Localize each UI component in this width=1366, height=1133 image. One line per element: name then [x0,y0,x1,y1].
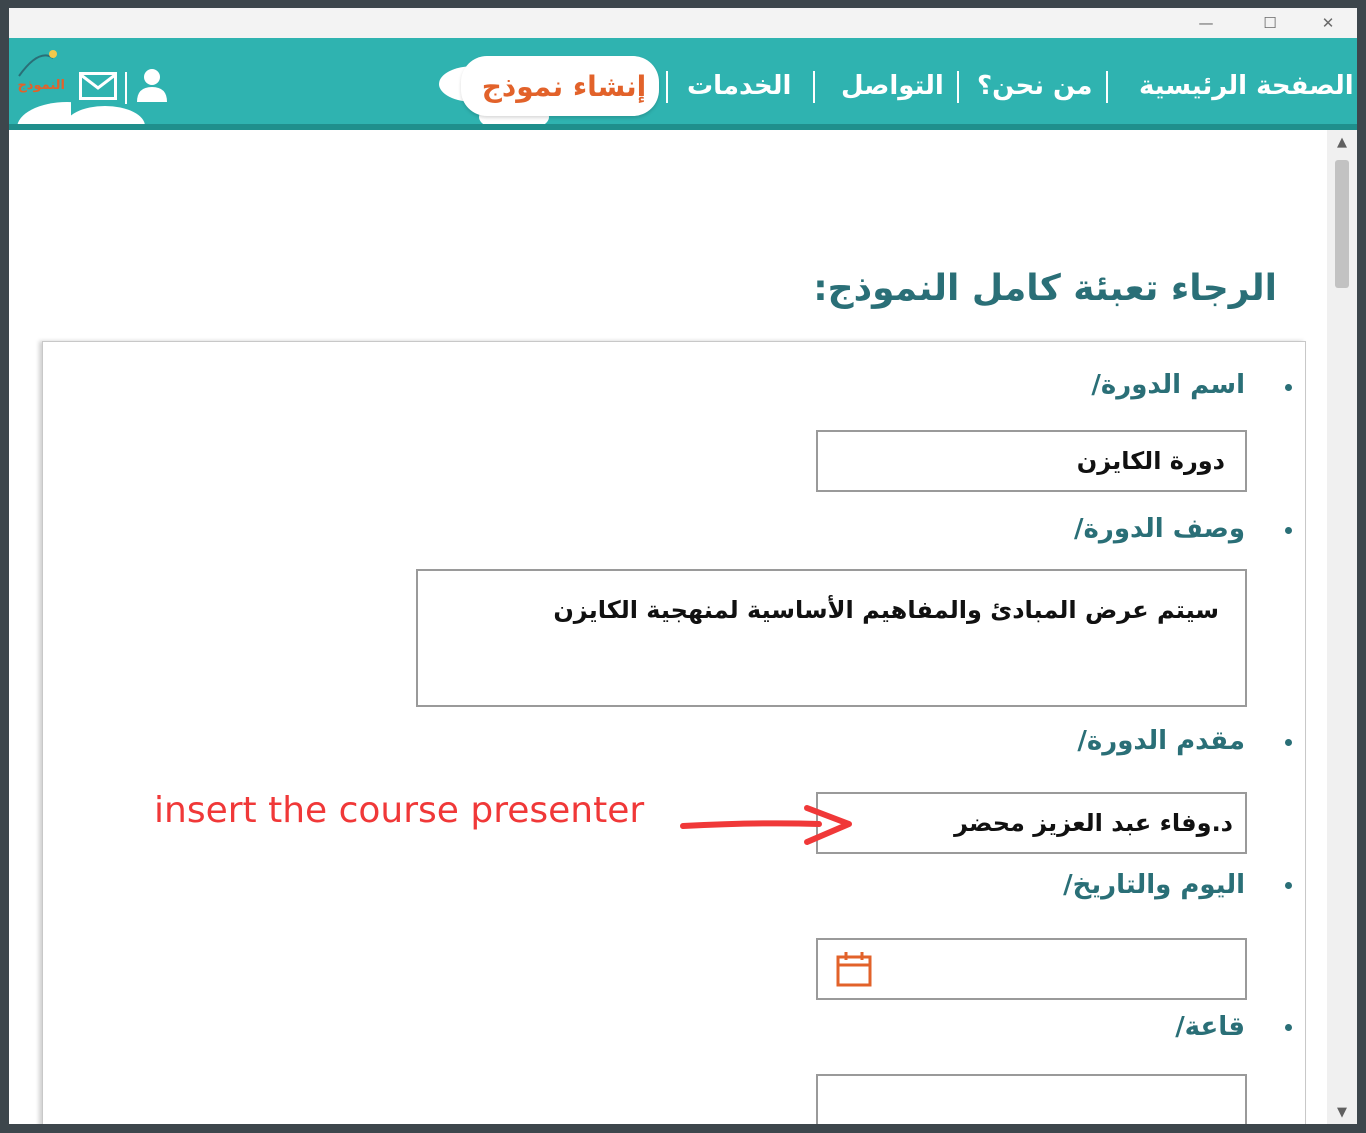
course-name-label: اسم الدورة/ [1091,370,1245,400]
bullet [1285,527,1292,534]
course-presenter-label: مقدم الدورة/ [1077,726,1245,756]
scroll-thumb[interactable] [1335,160,1349,288]
bullet [1285,1024,1292,1031]
nav-separator [957,71,959,103]
close-button[interactable]: ✕ [1305,8,1351,38]
nav-item-services[interactable]: الخدمات [687,68,791,104]
bullet [1285,739,1292,746]
hall-label: قاعة/ [1175,1012,1245,1042]
maximize-button[interactable]: ☐ [1247,8,1293,38]
annotation-arrow-icon [680,805,852,845]
course-description-label: وصف الدورة/ [1074,514,1245,544]
logo[interactable]: النموذج [9,44,117,154]
course-presenter-input[interactable]: د.وفاء عبد العزيز محضر [816,792,1247,854]
nav-separator [813,71,815,103]
hall-input[interactable] [816,1074,1247,1124]
date-label: اليوم والتاريخ/ [1063,870,1245,900]
scroll-up-icon[interactable]: ▲ [1327,130,1357,154]
nav-item-about[interactable]: من نحن؟ [977,68,1093,104]
navbar: النموذج إنشاء نموذج الخدمات التواصل من ن… [9,38,1357,154]
logo-text: النموذج [17,78,65,93]
course-name-input[interactable]: دورة الكايزن [816,430,1247,492]
nav-separator [666,71,668,103]
nav-item-home[interactable]: الصفحة الرئيسية [1139,68,1354,104]
bullet [1285,384,1292,391]
divider [125,72,127,104]
user-icon[interactable] [135,68,169,104]
calendar-icon[interactable] [835,950,873,988]
annotation-text: insert the course presenter [154,790,645,831]
date-input[interactable] [816,938,1247,1000]
bullet [1285,882,1292,889]
create-form-button[interactable]: إنشاء نموذج [479,68,649,106]
nav-separator [1106,71,1108,103]
app-window: — ☐ ✕ النموذج إنشاء نموذج الخدمات التواص… [9,8,1357,1124]
scroll-down-icon[interactable]: ▼ [1327,1100,1357,1124]
minimize-button[interactable]: — [1183,8,1229,38]
course-description-input[interactable]: سيتم عرض المبادئ والمفاهيم الأساسية لمنه… [416,569,1247,707]
scrollbar[interactable]: ▲ ▼ [1327,130,1357,1124]
page-title: الرجاء تعبئة كامل النموذج: [813,268,1277,309]
nav-item-contact[interactable]: التواصل [841,68,944,104]
title-bar: — ☐ ✕ [9,8,1357,38]
mail-icon[interactable] [79,72,117,100]
